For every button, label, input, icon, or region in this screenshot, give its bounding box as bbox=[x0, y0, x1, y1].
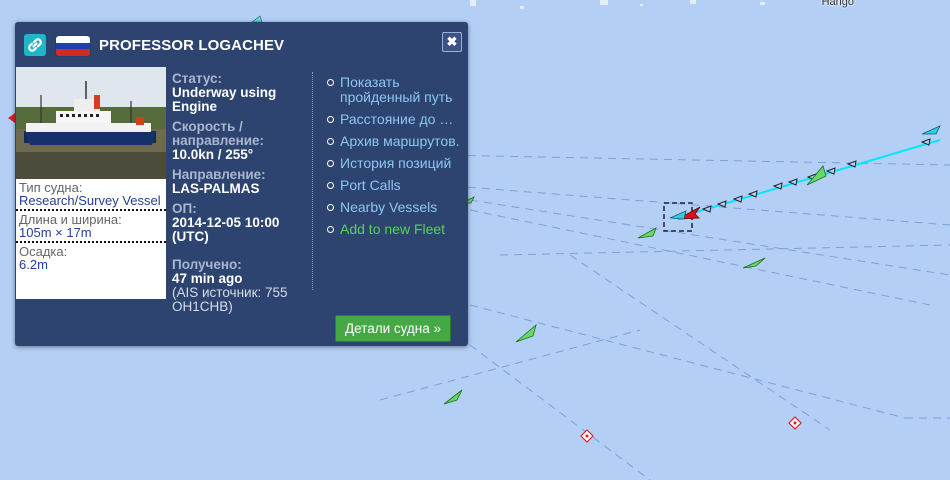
link-port-calls[interactable]: Port Calls bbox=[326, 178, 466, 193]
column-divider bbox=[312, 72, 313, 290]
link-position-history[interactable]: История позиций bbox=[326, 156, 466, 171]
spec-dimensions: Длина и ширина: 105m × 17m bbox=[16, 211, 166, 243]
vessel-details-button[interactable]: Детали судна » bbox=[335, 315, 451, 342]
spec-type: Тип судна: Research/Survey Vessel bbox=[16, 179, 166, 211]
received-label: Получено: bbox=[172, 257, 242, 272]
ais-source: (AIS источник: 755 OH1CHB) bbox=[172, 285, 288, 314]
status-label: Статус: bbox=[172, 71, 222, 86]
received-value: 47 min ago bbox=[172, 271, 243, 286]
link-route-archive[interactable]: Архив маршрутов. bbox=[326, 134, 466, 149]
vessel-info: Статус: Underway using Engine Скорость /… bbox=[172, 72, 317, 320]
vessel-specs: Тип судна: Research/Survey Vessel Длина … bbox=[16, 179, 166, 299]
flag-icon bbox=[56, 36, 90, 56]
eta-value: 2014-12-05 10:00 (UTC) bbox=[172, 215, 280, 244]
link-nearby-vessels[interactable]: Nearby Vessels bbox=[326, 200, 466, 215]
link-add-to-fleet[interactable]: Add to new Fleet bbox=[326, 222, 466, 237]
vessel-photo[interactable] bbox=[16, 67, 166, 179]
destination-label: Направление: bbox=[172, 167, 266, 182]
eta-label: ОП: bbox=[172, 201, 197, 216]
close-button[interactable]: ✖ bbox=[442, 32, 462, 52]
vessel-info-popup: PROFESSOR LOGACHEV ✖ Тип судна: Research… bbox=[15, 22, 468, 346]
spec-dimensions-value: 105m × 17m bbox=[19, 225, 92, 240]
speed-label: Скорость / направление: bbox=[172, 119, 265, 148]
spec-type-value: Research/Survey Vessel bbox=[19, 193, 161, 208]
place-label: Hango bbox=[821, 0, 854, 8]
vessel-links: Показать пройденный путь Расстояние до …… bbox=[326, 75, 466, 244]
speed-value: 10.0kn / 255° bbox=[172, 147, 254, 162]
spec-draught-value: 6.2m bbox=[19, 257, 48, 272]
popup-header: PROFESSOR LOGACHEV ✖ bbox=[15, 22, 468, 67]
destination-value: LAS-PALMAS bbox=[172, 181, 260, 196]
link-icon[interactable] bbox=[24, 34, 46, 56]
ship-name: PROFESSOR LOGACHEV bbox=[99, 37, 285, 54]
flag-stripe-blue bbox=[56, 42, 90, 50]
link-distance-to[interactable]: Расстояние до … bbox=[326, 112, 466, 127]
status-value: Underway using Engine bbox=[172, 85, 277, 114]
inner-dot bbox=[585, 434, 589, 438]
flag-stripe-white bbox=[56, 36, 90, 43]
flag-stripe-red bbox=[56, 49, 90, 56]
link-show-track[interactable]: Показать пройденный путь bbox=[326, 75, 466, 105]
spec-draught: Осадка: 6.2m bbox=[16, 243, 166, 273]
inner-dot-2 bbox=[793, 421, 797, 425]
